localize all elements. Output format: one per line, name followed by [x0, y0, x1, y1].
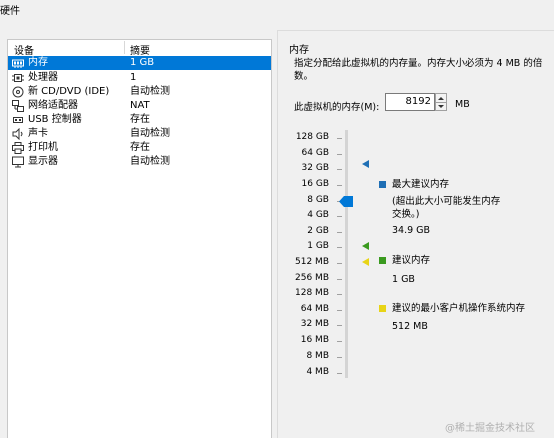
slider-tick [337, 169, 342, 170]
hardware-item-name: 声卡 [28, 128, 48, 139]
scale-label: 128 GB [295, 132, 329, 142]
max-recommended-note: (超出此大小可能发生内存交换。) [392, 196, 501, 220]
hardware-list-header: 设备 摘要 [8, 40, 271, 57]
min-guest-swatch [379, 305, 386, 312]
monitor-icon [12, 156, 24, 168]
hardware-item-summary: 1 GB [130, 57, 155, 68]
slider-tick [337, 357, 342, 358]
memory-size-input[interactable]: 8192 [385, 93, 435, 111]
slider-tick [337, 341, 342, 342]
slider-tick [337, 232, 342, 233]
scale-label: 16 MB [300, 335, 329, 345]
recommended-value: 1 GB [392, 274, 415, 285]
column-separator[interactable] [124, 41, 125, 54]
hardware-item-usb[interactable]: USB 控制器 存在 [8, 113, 271, 127]
slider-tick [337, 216, 342, 217]
hardware-item-summary: 1 [130, 72, 137, 83]
slider-tick [337, 325, 342, 326]
slider-tick [337, 263, 342, 264]
memory-field-label: 此虚拟机的内存(M): [294, 102, 380, 113]
max-recommended-label: 最大建议内存 [392, 179, 450, 190]
memory-unit-label: MB [455, 99, 470, 110]
scale-label: 64 MB [300, 304, 329, 314]
spin-down-button[interactable] [436, 102, 446, 110]
hardware-item-name: 网络适配器 [28, 100, 78, 111]
hardware-item-summary: 存在 [130, 142, 150, 153]
recommended-label: 建议内存 [392, 255, 431, 266]
slider-tick [337, 185, 342, 186]
hardware-item-name: 处理器 [28, 72, 58, 83]
hardware-list[interactable]: 设备 摘要 内存 1 GB 处理器 1 新 CD/DVD (IDE) 自动检测 [7, 39, 272, 438]
max-recommended-swatch [379, 181, 386, 188]
hardware-item-summary: NAT [130, 100, 150, 111]
hardware-item-display[interactable]: 显示器 自动检测 [8, 155, 271, 169]
hardware-item-name: 打印机 [28, 142, 58, 153]
scale-label: 64 GB [301, 148, 329, 158]
scale-label: 1 GB [307, 241, 329, 251]
speaker-icon [12, 128, 23, 140]
memory-spinner[interactable] [435, 93, 447, 111]
recommended-marker-icon [362, 242, 369, 250]
hardware-item-summary: 自动检测 [130, 86, 170, 97]
hardware-item-printer[interactable]: 打印机 存在 [8, 141, 271, 155]
scale-label: 4 MB [306, 367, 329, 377]
scale-label: 32 GB [301, 163, 329, 173]
arrow-up-icon [438, 97, 444, 100]
slider-tick [337, 154, 342, 155]
usb-icon [13, 117, 23, 123]
memory-settings-panel: 内存 指定分配给此虚拟机的内存量。内存大小必须为 4 MB 的倍数。 此虚拟机的… [277, 30, 554, 438]
hardware-item-name: 新 CD/DVD (IDE) [28, 86, 110, 97]
slider-tick [337, 279, 342, 280]
hardware-item-memory[interactable]: 内存 1 GB [8, 56, 271, 70]
slider-tick [337, 310, 342, 311]
scale-label: 8 GB [307, 195, 329, 205]
memory-icon [12, 59, 24, 68]
hardware-item-name: 内存 [28, 57, 48, 68]
memory-description: 指定分配给此虚拟机的内存量。内存大小必须为 4 MB 的倍数。 [294, 58, 543, 82]
scale-label: 256 MB [295, 273, 329, 283]
cd-icon [12, 86, 24, 98]
scale-label: 32 MB [300, 319, 329, 329]
memory-slider-track[interactable] [345, 130, 348, 378]
min-guest-label: 建议的最小客户机操作系统内存 [392, 303, 526, 314]
recommended-swatch [379, 257, 386, 264]
hardware-item-sound[interactable]: 声卡 自动检测 [8, 127, 271, 141]
hardware-item-summary: 自动检测 [130, 156, 170, 167]
watermark: @稀土掘金技术社区 [445, 423, 535, 434]
column-header-device[interactable]: 设备 [14, 42, 34, 57]
hardware-item-name: 显示器 [28, 156, 58, 167]
scale-label: 4 GB [307, 210, 329, 220]
cpu-icon [12, 74, 24, 82]
scale-label: 8 MB [306, 351, 329, 361]
max-recommended-marker-icon [362, 160, 369, 168]
min-guest-value: 512 MB [392, 321, 428, 332]
hardware-item-name: USB 控制器 [28, 114, 82, 125]
min-guest-marker-icon [362, 258, 369, 266]
slider-tick [337, 294, 342, 295]
memory-group-title: 内存 [289, 45, 309, 56]
hardware-item-summary: 自动检测 [130, 128, 170, 139]
scale-label: 16 GB [301, 179, 329, 189]
hardware-item-summary: 存在 [130, 114, 150, 125]
window-title: 硬件 [0, 6, 20, 17]
hardware-item-processor[interactable]: 处理器 1 [8, 71, 271, 85]
hardware-item-cd-dvd[interactable]: 新 CD/DVD (IDE) 自动检测 [8, 85, 271, 99]
slider-tick [337, 247, 342, 248]
arrow-down-icon [438, 105, 444, 108]
scale-label: 2 GB [307, 226, 329, 236]
column-header-summary[interactable]: 摘要 [130, 42, 150, 57]
scale-label: 512 MB [295, 257, 329, 267]
printer-icon [12, 142, 24, 154]
network-icon [12, 100, 24, 112]
max-recommended-value: 34.9 GB [392, 225, 431, 236]
slider-tick [337, 373, 342, 374]
hardware-item-network[interactable]: 网络适配器 NAT [8, 99, 271, 113]
slider-tick [337, 138, 342, 139]
memory-slider-thumb[interactable] [339, 196, 353, 207]
scale-label: 128 MB [295, 288, 329, 298]
